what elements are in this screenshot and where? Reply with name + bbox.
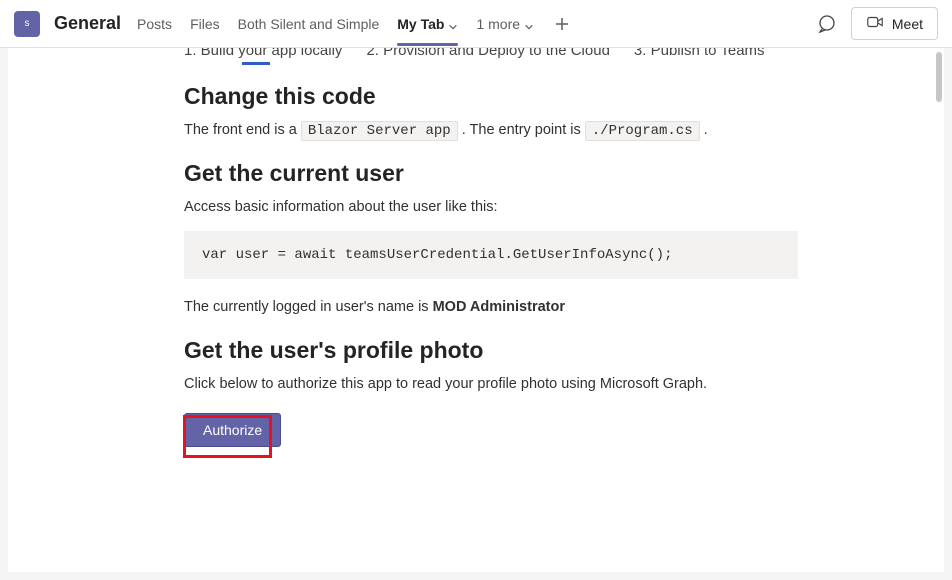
chevron-down-icon	[524, 19, 534, 29]
tab-my-tab-label: My Tab	[397, 16, 444, 32]
channel-title: General	[54, 13, 121, 34]
tab-posts[interactable]: Posts	[137, 16, 172, 32]
code-block-user: var user = await teamsUserCredential.Get…	[184, 231, 798, 279]
user-name: MOD Administrator	[433, 299, 565, 315]
app-badge-icon: s	[14, 11, 40, 37]
channel-tabs: Posts Files Both Silent and Simple My Ta…	[137, 14, 817, 34]
meet-label: Meet	[892, 16, 923, 32]
page-content: 1. Build your app locally 2. Provision a…	[8, 48, 798, 487]
text-segment: The front end is a	[184, 122, 301, 138]
current-user-desc: Access basic information about the user …	[184, 197, 798, 219]
tab-content-area: 1. Build your app locally 2. Provision a…	[8, 48, 944, 572]
profile-photo-desc: Click below to authorize this app to rea…	[184, 374, 798, 396]
add-tab-button[interactable]	[552, 14, 572, 34]
scrollbar[interactable]	[936, 52, 942, 102]
step-3[interactable]: 3. Publish to Teams	[634, 48, 765, 59]
tab-more[interactable]: 1 more	[476, 16, 534, 32]
chat-icon[interactable]	[817, 14, 837, 34]
video-icon	[866, 13, 884, 34]
logged-in-user-text: The currently logged in user's name is M…	[184, 297, 798, 319]
change-code-text: The front end is a Blazor Server app . T…	[184, 120, 798, 142]
header-actions: Meet	[817, 7, 938, 40]
tab-files[interactable]: Files	[190, 16, 220, 32]
heading-profile-photo: Get the user's profile photo	[184, 337, 798, 364]
text-segment: . The entry point is	[462, 122, 585, 138]
tab-more-label: 1 more	[476, 16, 520, 32]
heading-change-code: Change this code	[184, 83, 798, 110]
text-segment: The currently logged in user's name is	[184, 299, 433, 315]
chevron-down-icon	[448, 19, 458, 29]
authorize-button[interactable]: Authorize	[184, 413, 281, 447]
steps-nav: 1. Build your app locally 2. Provision a…	[184, 48, 798, 59]
meet-button[interactable]: Meet	[851, 7, 938, 40]
channel-header: s General Posts Files Both Silent and Si…	[0, 0, 952, 48]
step-1[interactable]: 1. Build your app locally	[184, 48, 342, 59]
text-segment: .	[704, 122, 708, 138]
code-blazor: Blazor Server app	[301, 121, 458, 141]
tab-both-silent[interactable]: Both Silent and Simple	[238, 16, 380, 32]
code-program: ./Program.cs	[585, 121, 700, 141]
tab-my-tab[interactable]: My Tab	[397, 16, 458, 32]
step-2[interactable]: 2. Provision and Deploy to the Cloud	[366, 48, 609, 59]
heading-current-user: Get the current user	[184, 160, 798, 187]
